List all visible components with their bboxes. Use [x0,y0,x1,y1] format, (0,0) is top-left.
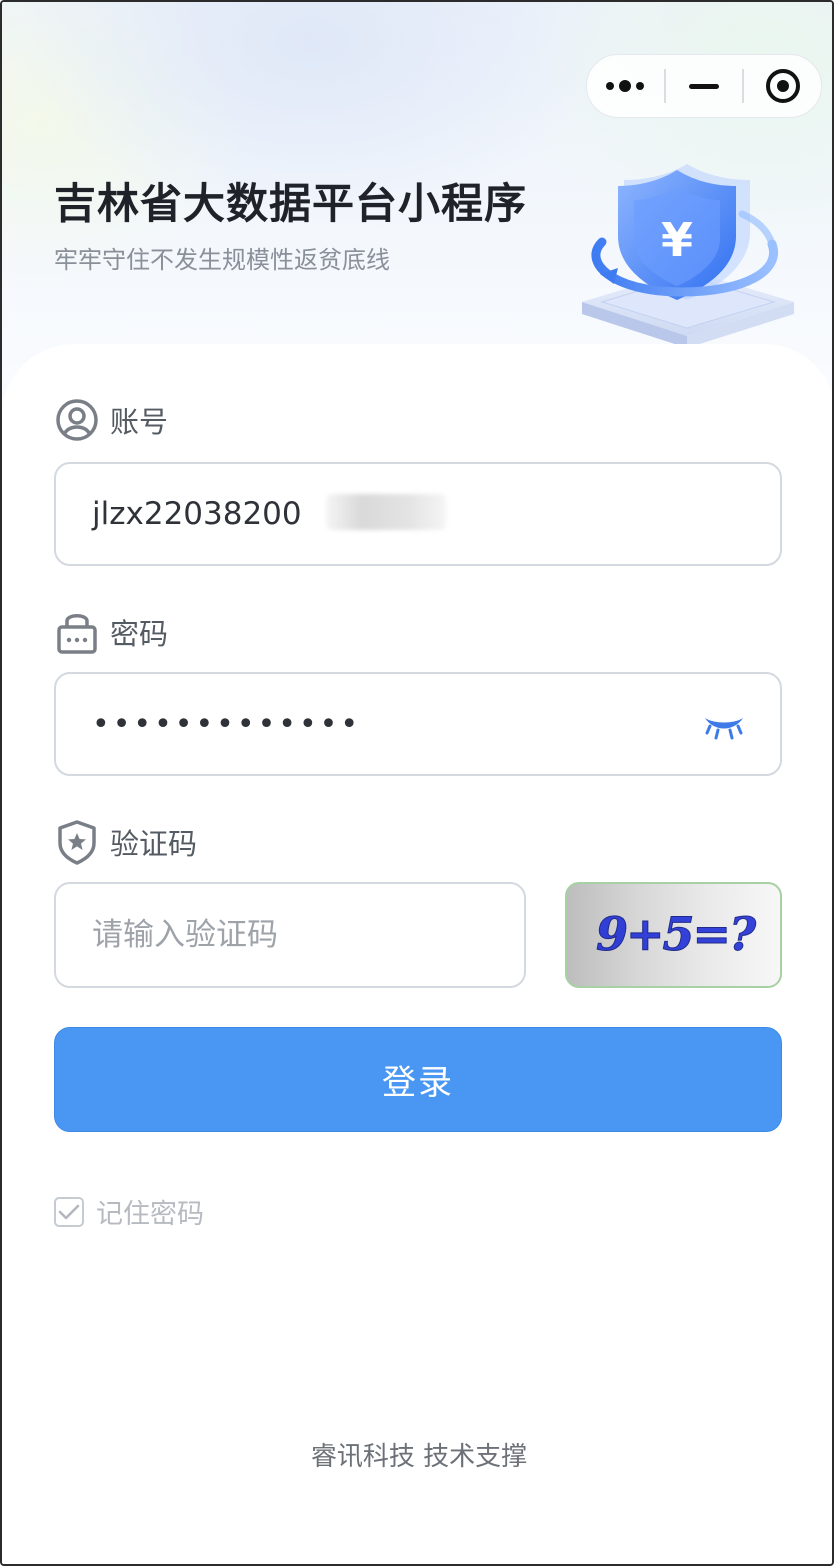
password-input[interactable]: ••••••••••••• [54,672,782,776]
captcha-input[interactable] [56,884,524,986]
lock-icon [54,609,100,655]
footer-credit: 睿讯科技 技术支撑 [310,1442,528,1472]
password-label: 密码 [110,617,169,651]
account-input[interactable]: jlzx22038200 [54,462,782,566]
more-button[interactable] [587,54,664,118]
shield-yuan-illustration: ¥ [582,164,794,348]
account-value: jlzx22038200 [92,496,302,532]
shield-star-icon [54,819,100,865]
app-window: 吉林省大数据平台小程序 牢牢守住不发生规模性返贫底线 ¥ 账号 jlzx2203… [0,0,834,1566]
captcha-input-wrapper [54,882,526,988]
captcha-label: 验证码 [110,827,198,861]
password-value: ••••••••••••• [92,706,362,742]
remember-password[interactable]: 记住密码 [54,1192,204,1231]
eye-closed-icon[interactable] [702,708,746,742]
captcha-image[interactable]: 9+5=? [565,882,782,988]
remember-label: 记住密码 [96,1199,204,1230]
svg-text:¥: ¥ [661,213,693,267]
page-title: 吉林省大数据平台小程序 [54,179,528,228]
more-icon [606,80,645,92]
minimize-button[interactable] [666,54,743,118]
page-subtitle: 牢牢守住不发生规模性返贫底线 [54,246,390,274]
minimize-icon [689,83,719,89]
account-label-row: 账号 [54,398,168,442]
redaction-blur [326,494,446,530]
check-icon [58,1204,80,1219]
captcha-text: 9+5=? [596,907,757,961]
mini-program-capsule [586,54,822,118]
account-label: 账号 [110,405,169,439]
target-icon [765,69,800,103]
remember-checkbox[interactable] [54,1196,84,1227]
close-button[interactable] [744,54,821,118]
login-button[interactable]: 登录 [54,1027,782,1132]
captcha-label-row: 验证码 [54,819,198,865]
user-icon [54,397,100,443]
password-label-row: 密码 [54,610,168,654]
